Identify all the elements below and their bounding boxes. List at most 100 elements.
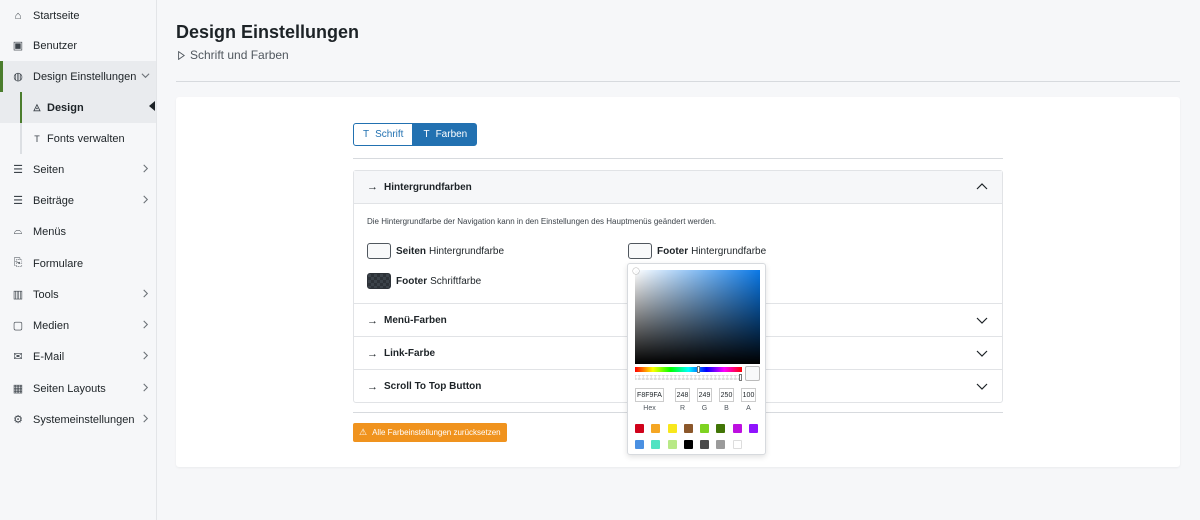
reset-colors-button[interactable]: ⚠ Alle Farbeinstellungen zurücksetzen bbox=[353, 423, 507, 442]
chevron-down-icon bbox=[976, 350, 988, 357]
tab-farben[interactable]: T Farben bbox=[413, 123, 478, 146]
text-icon: T bbox=[363, 129, 370, 140]
chevron-right-icon bbox=[141, 414, 150, 426]
user-card-icon: ▣ bbox=[12, 40, 24, 52]
tools-icon: ▥ bbox=[12, 289, 24, 301]
triangle-right-icon bbox=[178, 51, 185, 60]
layouts-icon: ▦ bbox=[12, 383, 24, 395]
sidebar-item-label: Design Einstellungen bbox=[33, 70, 137, 83]
preset-swatch[interactable] bbox=[716, 424, 725, 433]
page-subtitle[interactable]: Schrift und Farben bbox=[178, 48, 289, 62]
sidebar-item-medien[interactable]: ▢ Medien bbox=[0, 310, 156, 341]
hue-handle[interactable] bbox=[697, 366, 700, 373]
sidebar-item-tools[interactable]: ▥ Tools bbox=[0, 279, 156, 310]
red-label: R bbox=[679, 405, 686, 412]
preset-swatch[interactable] bbox=[651, 424, 660, 433]
header-divider bbox=[176, 81, 1180, 82]
hex-input[interactable] bbox=[635, 388, 664, 402]
preset-swatch[interactable] bbox=[668, 424, 677, 433]
preset-swatch[interactable] bbox=[733, 440, 742, 449]
sidebar-item-label: Beiträge bbox=[33, 194, 74, 207]
sidebar-item-design[interactable]: ◬ Design bbox=[0, 92, 156, 123]
color-label: Hintergrundfarbe bbox=[691, 245, 767, 257]
chevron-down-icon bbox=[141, 71, 150, 83]
preset-swatch[interactable] bbox=[668, 440, 677, 449]
sidebar-item-label: Seiten bbox=[33, 163, 65, 176]
alpha-slider[interactable] bbox=[635, 374, 742, 381]
media-icon: ▢ bbox=[12, 320, 24, 332]
footer-background-swatch[interactable] bbox=[628, 243, 652, 259]
sidebar-item-seiten[interactable]: ☰ Seiten bbox=[0, 154, 156, 185]
accordion-title: Link-Farbe bbox=[384, 348, 436, 359]
preset-swatch[interactable] bbox=[716, 440, 725, 449]
preset-swatch[interactable] bbox=[749, 424, 758, 433]
preset-swatch[interactable] bbox=[700, 440, 709, 449]
navigation-color-hint: Die Hintergrundfarbe der Navigation kann… bbox=[367, 217, 717, 226]
accordion-header-hintergrundfarben[interactable]: → Hintergrundfarben bbox=[354, 171, 1002, 204]
arrow-right-icon: → bbox=[367, 181, 378, 193]
sidebar-item-startseite[interactable]: ⌂ Startseite bbox=[0, 0, 156, 31]
sidebar-item-systemeinstellungen[interactable]: ⚙ Systemeinstellungen bbox=[0, 404, 156, 435]
sidebar-item-label: Medien bbox=[33, 319, 70, 332]
saturation-handle[interactable] bbox=[633, 268, 639, 274]
preset-swatch[interactable] bbox=[651, 440, 660, 449]
pages-icon: ☰ bbox=[13, 164, 23, 176]
arrow-right-icon: → bbox=[367, 314, 378, 327]
active-indicator bbox=[149, 101, 155, 111]
red-input[interactable] bbox=[675, 388, 690, 402]
sidebar-item-label: Seiten Layouts bbox=[33, 382, 106, 395]
sidebar-item-label: Tools bbox=[33, 288, 59, 301]
sidebar-item-beitraege[interactable]: ☰ Beiträge bbox=[0, 185, 156, 216]
sidebar-item-benutzer[interactable]: ▣ Benutzer bbox=[0, 30, 156, 61]
alpha-handle[interactable] bbox=[739, 374, 742, 381]
chevron-right-icon bbox=[141, 289, 150, 301]
arrow-right-icon: → bbox=[367, 380, 378, 393]
page-background-swatch[interactable] bbox=[367, 243, 391, 259]
sidebar-item-label: Formulare bbox=[33, 257, 84, 270]
preset-swatch[interactable] bbox=[635, 440, 644, 449]
hex-label: Hex bbox=[643, 405, 656, 412]
arrow-right-icon: → bbox=[367, 347, 378, 360]
sidebar-item-design-einstellungen[interactable]: ◍ Design Einstellungen bbox=[0, 61, 156, 92]
hue-slider[interactable] bbox=[635, 366, 742, 373]
posts-icon: ☰ bbox=[13, 195, 23, 207]
color-picker: Hex R G B A bbox=[627, 263, 766, 455]
sidebar-item-fonts-verwalten[interactable]: T Fonts verwalten bbox=[0, 123, 156, 154]
preset-swatch[interactable] bbox=[635, 424, 644, 433]
preset-swatch[interactable] bbox=[733, 424, 742, 433]
alpha-input[interactable] bbox=[741, 388, 756, 402]
sidebar-item-label: Menüs bbox=[33, 225, 67, 238]
green-label: G bbox=[701, 405, 708, 412]
green-input[interactable] bbox=[697, 388, 712, 402]
blue-input[interactable] bbox=[719, 388, 734, 402]
sidebar-item-formulare[interactable]: ⎘ Formulare bbox=[0, 248, 156, 279]
chevron-down-icon bbox=[976, 383, 988, 390]
warning-icon: ⚠ bbox=[359, 427, 368, 437]
sidebar-item-label: Fonts verwalten bbox=[47, 132, 125, 145]
tab-label: Schrift bbox=[375, 129, 404, 140]
sidebar-item-label: Systemeinstellungen bbox=[33, 413, 135, 426]
chevron-right-icon bbox=[141, 195, 150, 207]
palette-icon: ◍ bbox=[13, 71, 23, 83]
text-icon: T bbox=[423, 129, 430, 140]
menu-icon: ⌓ bbox=[13, 225, 23, 237]
preset-swatch[interactable] bbox=[684, 424, 693, 433]
color-preview bbox=[745, 366, 760, 381]
sidebar-item-email[interactable]: ✉ E-Mail bbox=[0, 341, 156, 372]
footer-font-swatch[interactable] bbox=[367, 273, 391, 289]
color-label: Schriftfarbe bbox=[430, 275, 482, 287]
font-icon: T bbox=[34, 133, 40, 144]
blue-label: B bbox=[724, 405, 729, 412]
tab-schrift[interactable]: T Schrift bbox=[353, 123, 414, 146]
saturation-area[interactable] bbox=[633, 268, 760, 364]
preset-swatch[interactable] bbox=[700, 424, 709, 433]
sidebar-item-label: Benutzer bbox=[33, 39, 78, 52]
sidebar-item-seiten-layouts[interactable]: ▦ Seiten Layouts bbox=[0, 373, 156, 404]
sidebar-item-label: E-Mail bbox=[33, 350, 65, 363]
preset-swatch[interactable] bbox=[684, 440, 693, 449]
sidebar-item-label: Design bbox=[47, 101, 84, 114]
forms-icon: ⎘ bbox=[13, 257, 23, 269]
chevron-right-icon bbox=[141, 383, 150, 395]
sidebar-item-menues[interactable]: ⌓ Menüs bbox=[0, 216, 156, 247]
color-label: Hintergrundfarbe bbox=[429, 245, 505, 257]
